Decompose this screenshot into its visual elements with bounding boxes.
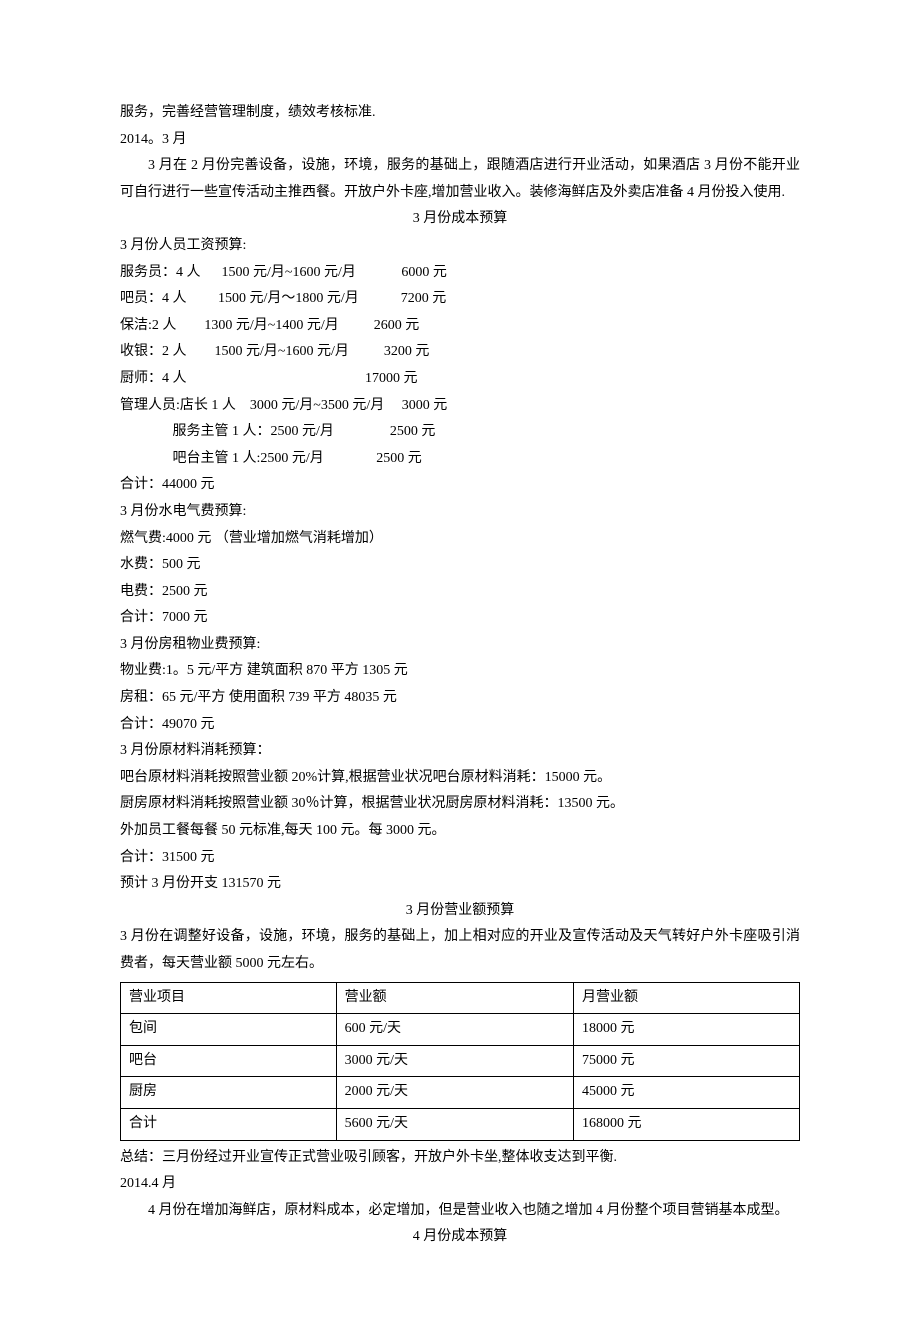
paragraph: 3 月在 2 月份完善设备，设施，环境，服务的基础上，跟随酒店进行开业活动，如果… — [120, 153, 800, 206]
table-cell: 厨房 — [121, 1077, 337, 1109]
table-cell: 45000 元 — [574, 1077, 800, 1109]
rent-total: 合计：49070 元 — [120, 712, 800, 739]
salary-line: 服务主管 1 人：2500 元/月 2500 元 — [120, 419, 800, 446]
section-title-cost-budget-march: 3 月份成本预算 — [120, 206, 800, 233]
table-row: 包间 600 元/天 18000 元 — [121, 1014, 800, 1046]
utility-line: 燃气费:4000 元 （营业增加燃气消耗增加） — [120, 526, 800, 553]
summary-paragraph: 总结：三月份经过开业宣传正式营业吸引顾客，开放户外卡坐,整体收支达到平衡. — [120, 1145, 800, 1172]
salary-line: 厨师：4 人 17000 元 — [120, 366, 800, 393]
salary-line: 吧员：4 人 1500 元/月～1800 元/月 7200 元 — [120, 286, 800, 313]
date-heading: 2014.4 月 — [120, 1171, 800, 1198]
table-cell: 3000 元/天 — [336, 1045, 573, 1077]
table-cell: 75000 元 — [574, 1045, 800, 1077]
table-header-cell: 月营业额 — [574, 982, 800, 1014]
table-row: 吧台 3000 元/天 75000 元 — [121, 1045, 800, 1077]
salary-line: 管理人员:店长 1 人 3000 元/月~3500 元/月 3000 元 — [120, 393, 800, 420]
subsection-rent: 3 月份房租物业费预算: — [120, 632, 800, 659]
section-title-cost-budget-april: 4 月份成本预算 — [120, 1224, 800, 1251]
paragraph: 服务，完善经营管理制度，绩效考核标准. — [120, 100, 800, 127]
table-cell: 168000 元 — [574, 1108, 800, 1140]
material-line: 外加员工餐每餐 50 元标准,每天 100 元。每 3000 元。 — [120, 818, 800, 845]
utility-line: 水费：500 元 — [120, 552, 800, 579]
salary-line: 保洁:2 人 1300 元/月~1400 元/月 2600 元 — [120, 313, 800, 340]
material-line: 厨房原材料消耗按照营业额 30％计算，根据营业状况厨房原材料消耗：13500 元… — [120, 791, 800, 818]
rent-line: 物业费:1。5 元/平方 建筑面积 870 平方 1305 元 — [120, 658, 800, 685]
subsection-utilities: 3 月份水电气费预算: — [120, 499, 800, 526]
subsection-materials: 3 月份原材料消耗预算： — [120, 738, 800, 765]
paragraph: 4 月份在增加海鲜店，原材料成本，必定增加，但是营业收入也随之增加 4 月份整个… — [120, 1198, 800, 1225]
table-row: 合计 5600 元/天 168000 元 — [121, 1108, 800, 1140]
subsection-salary: 3 月份人员工资预算: — [120, 233, 800, 260]
table-cell: 18000 元 — [574, 1014, 800, 1046]
section-title-revenue-budget-march: 3 月份营业额预算 — [120, 898, 800, 925]
table-header-cell: 营业项目 — [121, 982, 337, 1014]
table-row: 厨房 2000 元/天 45000 元 — [121, 1077, 800, 1109]
utility-total: 合计：7000 元 — [120, 605, 800, 632]
paragraph: 3 月份在调整好设备，设施，环境，服务的基础上，加上相对应的开业及宣传活动及天气… — [120, 924, 800, 977]
table-cell: 5600 元/天 — [336, 1108, 573, 1140]
salary-line: 服务员：4 人 1500 元/月~1600 元/月 6000 元 — [120, 260, 800, 287]
table-cell: 合计 — [121, 1108, 337, 1140]
date-heading: 2014。3 月 — [120, 127, 800, 154]
salary-total: 合计：44000 元 — [120, 472, 800, 499]
table-cell: 吧台 — [121, 1045, 337, 1077]
table-header-cell: 营业额 — [336, 982, 573, 1014]
material-line: 吧台原材料消耗按照营业额 20%计算,根据营业状况吧台原材料消耗：15000 元… — [120, 765, 800, 792]
rent-line: 房租：65 元/平方 使用面积 739 平方 48035 元 — [120, 685, 800, 712]
table-cell: 600 元/天 — [336, 1014, 573, 1046]
revenue-table: 营业项目 营业额 月营业额 包间 600 元/天 18000 元 吧台 3000… — [120, 982, 800, 1141]
expense-total: 预计 3 月份开支 131570 元 — [120, 871, 800, 898]
utility-line: 电费：2500 元 — [120, 579, 800, 606]
salary-line: 收银：2 人 1500 元/月~1600 元/月 3200 元 — [120, 339, 800, 366]
table-cell: 包间 — [121, 1014, 337, 1046]
table-cell: 2000 元/天 — [336, 1077, 573, 1109]
salary-line: 吧台主管 1 人:2500 元/月 2500 元 — [120, 446, 800, 473]
table-header-row: 营业项目 营业额 月营业额 — [121, 982, 800, 1014]
material-total: 合计：31500 元 — [120, 845, 800, 872]
